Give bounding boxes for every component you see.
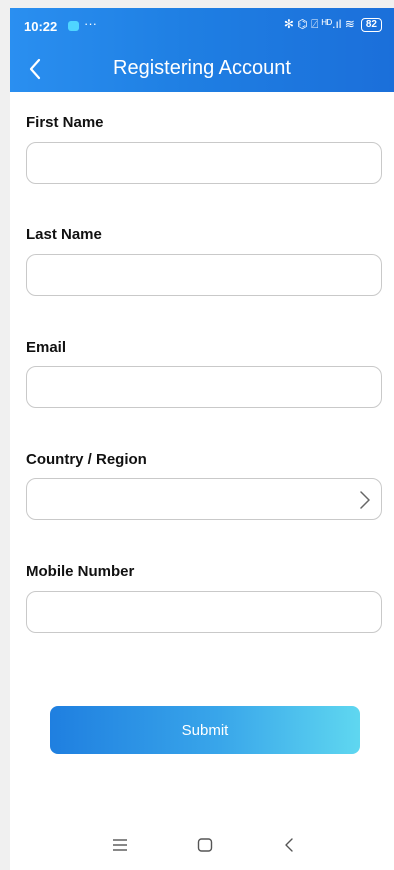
back-chevron-icon[interactable]	[284, 838, 294, 852]
email-field-box	[26, 366, 382, 408]
email-label: Email	[26, 339, 67, 356]
mobile-number-field-box	[26, 591, 382, 633]
first-name-label: First Name	[26, 114, 104, 131]
battery-icon: 82	[360, 17, 382, 32]
menu-icon[interactable]	[112, 838, 128, 852]
last-name-input[interactable]	[27, 255, 381, 295]
system-navigation-bar	[10, 828, 394, 868]
page-title: Registering Account	[113, 57, 291, 79]
first-name-input[interactable]	[27, 143, 381, 183]
app-bar: 10:22 ··· ✻ ⌬ ⍁ ᴴᴰ.ıl ≋ 82 Registering A…	[10, 8, 394, 92]
status-icons: ✻ ⌬ ⍁ ᴴᴰ.ıl ≋ 82	[284, 17, 382, 32]
mobile-number-label: Mobile Number	[26, 563, 135, 580]
more-notifications-icon: ···	[84, 16, 97, 31]
country-region-label: Country / Region	[26, 451, 147, 468]
first-name-field-box	[26, 142, 382, 184]
screen: 10:22 ··· ✻ ⌬ ⍁ ᴴᴰ.ıl ≋ 82 Registering A…	[10, 8, 394, 870]
last-name-label: Last Name	[26, 226, 102, 243]
home-square-icon[interactable]	[197, 838, 213, 852]
country-region-select[interactable]	[26, 478, 382, 520]
status-bar: 10:22 ··· ✻ ⌬ ⍁ ᴴᴰ.ıl ≋ 82	[10, 8, 394, 44]
mobile-number-input[interactable]	[27, 592, 381, 632]
system-status-icons: ✻ ⌬ ⍁ ᴴᴰ.ıl ≋	[283, 17, 355, 31]
chevron-right-icon	[360, 491, 370, 509]
email-input[interactable]	[27, 367, 381, 407]
last-name-field-box	[26, 254, 382, 296]
notification-app-icon	[68, 21, 79, 31]
submit-button[interactable]: Submit	[50, 706, 360, 754]
status-time: 10:22	[24, 19, 58, 34]
